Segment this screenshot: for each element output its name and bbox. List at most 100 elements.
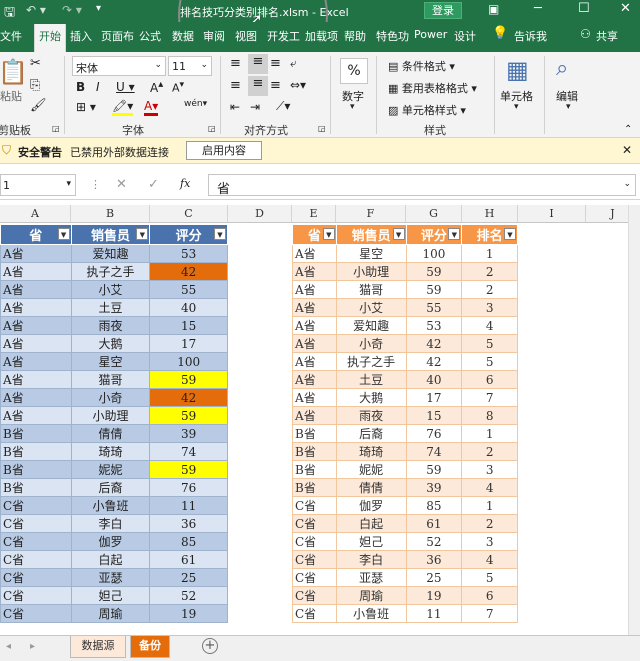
chevron-down-icon[interactable]: ▾ xyxy=(514,102,519,112)
cell-rank[interactable]: 4 xyxy=(461,478,518,497)
sheet-tab-backup[interactable]: 备份 xyxy=(130,636,170,658)
cell-province[interactable]: C省 xyxy=(292,604,337,623)
close-icon[interactable]: ✕ xyxy=(622,143,632,157)
cell-score[interactable]: 74 xyxy=(149,442,228,461)
cell-province[interactable]: C省 xyxy=(292,550,337,569)
cell-salesperson[interactable]: 后裔 xyxy=(70,478,151,497)
tell-me-box[interactable]: 告诉我 xyxy=(514,28,547,44)
cell-rank[interactable]: 7 xyxy=(461,388,518,407)
tab-data[interactable]: 数据 xyxy=(172,28,194,44)
cell-province[interactable]: A省 xyxy=(292,244,337,263)
cell-rank[interactable]: 4 xyxy=(461,550,518,569)
font-size-select[interactable]: 11 ⌄ xyxy=(168,56,212,76)
cell-salesperson[interactable]: 大鹅 xyxy=(70,334,151,353)
alignment-launcher-icon[interactable]: ◲ xyxy=(318,124,326,133)
redo-icon[interactable]: ↷ ▾ xyxy=(62,3,82,17)
cell-salesperson[interactable]: 爱知趣 xyxy=(335,316,407,335)
cell-score[interactable]: 61 xyxy=(405,514,463,533)
cell-rank[interactable]: 5 xyxy=(461,568,518,587)
tab-insert[interactable]: 插入 xyxy=(70,28,92,44)
cell-salesperson[interactable]: 后裔 xyxy=(335,424,407,443)
cell-salesperson[interactable]: 妮妮 xyxy=(70,460,151,479)
cell-province[interactable]: A省 xyxy=(0,388,72,407)
cell-score[interactable]: 40 xyxy=(405,370,463,389)
cell-score[interactable]: 11 xyxy=(405,604,463,623)
cell-salesperson[interactable]: 亚瑟 xyxy=(70,568,151,587)
cell-salesperson[interactable]: 星空 xyxy=(335,244,407,263)
cell-salesperson[interactable]: 星空 xyxy=(70,352,151,371)
cell-salesperson[interactable]: 妲己 xyxy=(335,532,407,551)
cell-province[interactable]: C省 xyxy=(0,496,72,515)
cell-salesperson[interactable]: 周瑜 xyxy=(70,604,151,623)
cell-province[interactable]: C省 xyxy=(292,586,337,605)
cell-salesperson[interactable]: 李白 xyxy=(335,550,407,569)
cell-salesperson[interactable]: 爱知趣 xyxy=(70,244,151,263)
cell-score[interactable]: 85 xyxy=(405,496,463,515)
cell-score[interactable]: 52 xyxy=(405,532,463,551)
tab-addins[interactable]: 加载项 xyxy=(305,28,338,44)
cell-score[interactable]: 61 xyxy=(149,550,228,569)
cell-province[interactable]: A省 xyxy=(292,334,337,353)
cell-salesperson[interactable]: 土豆 xyxy=(335,370,407,389)
column-header-h[interactable]: H xyxy=(462,205,518,223)
tab-formulas[interactable]: 公式 xyxy=(139,28,161,44)
cell-province[interactable]: A省 xyxy=(0,244,72,263)
cell-salesperson[interactable]: 猫哥 xyxy=(335,280,407,299)
cell-score[interactable]: 36 xyxy=(149,514,228,533)
percent-icon[interactable]: % xyxy=(340,58,368,84)
cell-score[interactable]: 15 xyxy=(405,406,463,425)
cell-rank[interactable]: 1 xyxy=(461,424,518,443)
cell-province[interactable]: C省 xyxy=(0,532,72,551)
decrease-indent-icon[interactable]: ⇤ xyxy=(230,100,240,114)
cell-salesperson[interactable]: 小鲁班 xyxy=(335,604,407,623)
cell-salesperson[interactable]: 雨夜 xyxy=(335,406,407,425)
cell-salesperson[interactable]: 李白 xyxy=(70,514,151,533)
cell-salesperson[interactable]: 妮妮 xyxy=(335,460,407,479)
tab-special[interactable]: 特色功 xyxy=(376,28,409,44)
cell-score[interactable]: 59 xyxy=(149,406,228,425)
wrap-text-icon[interactable]: ⤶ xyxy=(290,56,297,71)
cell-rank[interactable]: 3 xyxy=(461,298,518,317)
cell-salesperson[interactable]: 小艾 xyxy=(70,280,151,299)
insert-function-icon[interactable]: fx xyxy=(180,177,190,190)
cell-province[interactable]: B省 xyxy=(292,424,337,443)
column-header-c[interactable]: C xyxy=(150,205,228,223)
align-center-icon[interactable]: ≡ xyxy=(248,76,268,96)
cell-score[interactable]: 85 xyxy=(149,532,228,551)
cell-score[interactable]: 76 xyxy=(405,424,463,443)
cell-province[interactable]: A省 xyxy=(0,298,72,317)
format-as-table-button[interactable]: ▦ 套用表格格式 ▾ xyxy=(388,80,477,96)
increase-indent-icon[interactable]: ⇥ xyxy=(250,100,260,114)
cells-icon[interactable]: ▦ xyxy=(506,56,529,84)
cell-rank[interactable]: 2 xyxy=(461,262,518,281)
maximize-icon[interactable]: ☐ xyxy=(578,1,590,16)
align-top-icon[interactable]: ≡ xyxy=(230,56,241,71)
cell-salesperson[interactable]: 伽罗 xyxy=(70,532,151,551)
cell-province[interactable]: C省 xyxy=(0,568,72,587)
clipboard-launcher-icon[interactable]: ◲ xyxy=(52,124,60,133)
tab-view[interactable]: 视图 xyxy=(235,28,257,44)
scroll-left-icon[interactable]: ◂ xyxy=(6,641,11,652)
cell-rank[interactable]: 3 xyxy=(461,532,518,551)
cell-salesperson[interactable]: 倩倩 xyxy=(335,478,407,497)
italic-icon[interactable]: I xyxy=(96,80,100,94)
align-left-icon[interactable]: ≡ xyxy=(230,78,241,93)
font-launcher-icon[interactable]: ◲ xyxy=(208,124,216,133)
quick-access-menu-icon[interactable]: ▾ xyxy=(96,3,101,14)
ribbon-display-icon[interactable]: ▣ xyxy=(488,2,499,16)
cell-rank[interactable]: 1 xyxy=(461,244,518,263)
cell-score[interactable]: 59 xyxy=(149,460,228,479)
cell-salesperson[interactable]: 小助理 xyxy=(70,406,151,425)
scroll-right-icon[interactable]: ▸ xyxy=(30,641,35,652)
cell-score[interactable]: 36 xyxy=(405,550,463,569)
cell-rank[interactable]: 4 xyxy=(461,316,518,335)
tab-design[interactable]: 设计 xyxy=(454,28,476,44)
cell-province[interactable]: A省 xyxy=(292,316,337,335)
cell-rank[interactable]: 7 xyxy=(461,604,518,623)
cell-salesperson[interactable]: 伽罗 xyxy=(335,496,407,515)
cell-province[interactable]: B省 xyxy=(0,478,72,497)
border-icon[interactable]: ⊞ ▾ xyxy=(76,100,96,114)
tab-help[interactable]: 帮助 xyxy=(344,28,366,44)
cell-salesperson[interactable]: 猫哥 xyxy=(70,370,151,389)
fill-color-icon[interactable]: 🖍▾ xyxy=(112,99,134,116)
